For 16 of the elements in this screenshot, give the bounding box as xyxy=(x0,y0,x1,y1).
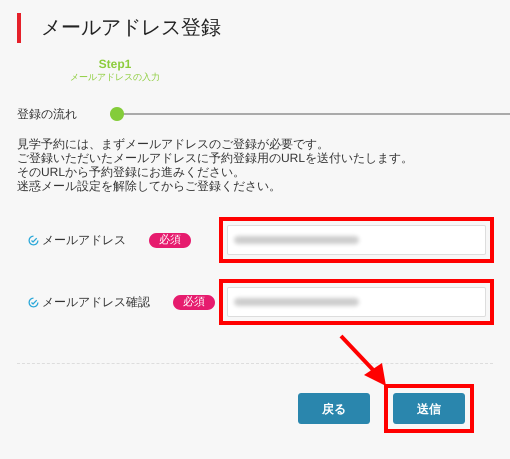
field-label: メールアドレス xyxy=(42,232,126,249)
submit-button[interactable]: 送信 xyxy=(393,393,465,424)
step-label: Step1 xyxy=(98,57,132,71)
intro-text: 見学予約には、まずメールアドレスのご登録が必要です。 ご登録いただいたメールアドレスに予約登録用のURLを送付いたします。 そのURLから予約登録にお進みください。 迷惑メール設定を解除してからご登録ください。 xyxy=(16,137,414,193)
email-field[interactable] xyxy=(227,287,486,317)
check-circle-icon xyxy=(28,234,39,246)
required-badge: 必須 xyxy=(173,294,215,310)
flow-label: 登録の流れ xyxy=(17,106,78,123)
accent-bar xyxy=(17,13,21,43)
required-badge: 必須 xyxy=(149,232,191,248)
page-title: メールアドレス登録 xyxy=(41,16,221,41)
step-caption: メールアドレスの入力 xyxy=(70,71,160,83)
email-field[interactable] xyxy=(227,225,486,255)
check-circle-icon xyxy=(28,296,39,308)
back-button[interactable]: 戻る xyxy=(298,393,370,424)
field-label: メールアドレス確認 xyxy=(42,294,150,311)
